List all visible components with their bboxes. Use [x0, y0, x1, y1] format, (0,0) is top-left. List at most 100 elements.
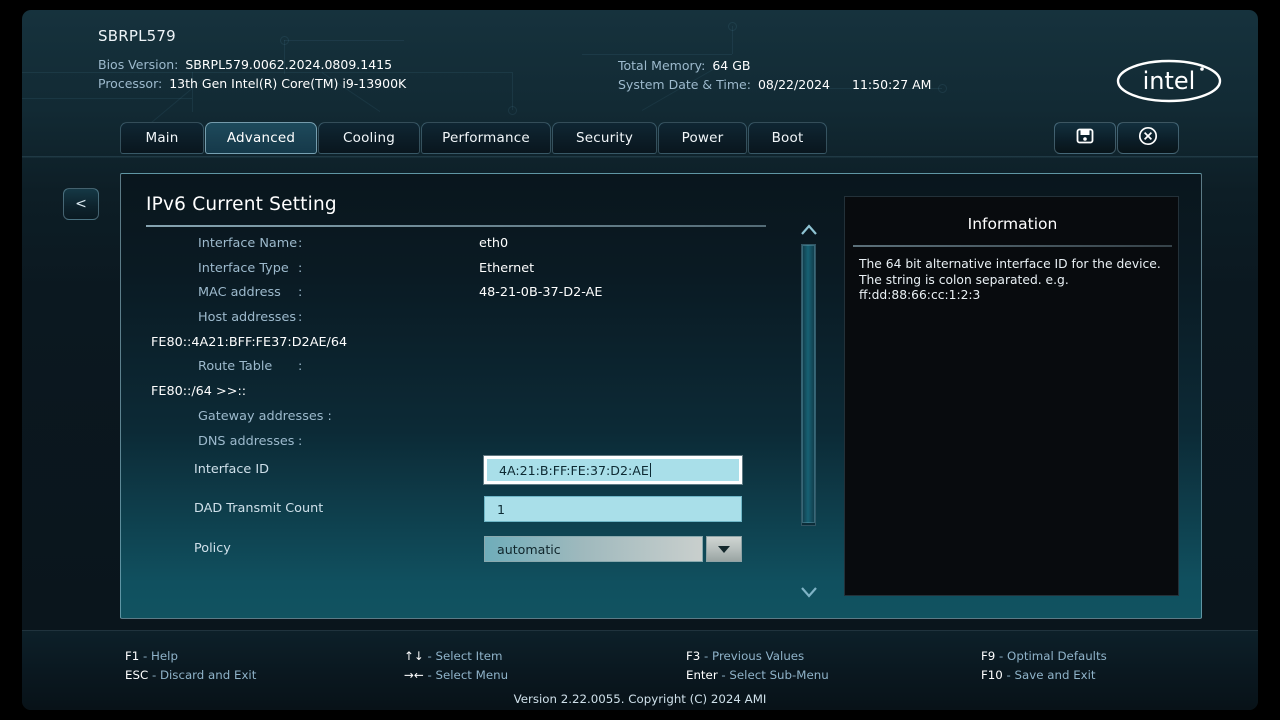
information-divider [853, 245, 1172, 247]
tab-advanced[interactable]: Advanced [205, 122, 317, 154]
bios-version-value: SBRPL579.0062.2024.0809.1415 [185, 57, 393, 72]
route-table-row: Route Table : [121, 359, 841, 383]
policy-selected-value: automatic [497, 541, 561, 557]
bios-setup-screen: SBRPL579 Bios Version: SBRPL579.0062.2024… [0, 0, 1280, 720]
system-date-value: 08/22/2024 [757, 77, 831, 92]
interface-id-value: 4A:21:B:FF:FE:37:D2:AE [499, 462, 649, 478]
footer-key-leftright: →← - Select Menu [404, 668, 508, 682]
footer-key-name: F3 [686, 649, 701, 663]
bios-version-footer: Version 2.22.0055. Copyright (C) 2024 AM… [513, 692, 767, 706]
row-label: MAC address [198, 285, 281, 300]
tab-label: Performance [442, 130, 530, 146]
content-scrollbar[interactable] [794, 222, 824, 600]
table-row: Interface Type : Ethernet [121, 261, 841, 285]
information-line-2: The string is colon separated. e.g. [859, 272, 1069, 287]
tab-performance[interactable]: Performance [421, 122, 551, 154]
footer-key-esc: ESC - Discard and Exit [125, 668, 256, 682]
tab-label: Security [575, 130, 634, 146]
footer-key-name: ↑↓ [404, 649, 424, 663]
row-label: Gateway addresses : [198, 409, 332, 424]
row-colon: : [298, 261, 303, 276]
title-divider [146, 225, 766, 227]
tab-label: Boot [771, 130, 804, 146]
dad-transmit-count-row: DAD Transmit Count 1 [121, 495, 841, 527]
policy-selected-value-box[interactable]: automatic [484, 536, 703, 562]
dad-transmit-count-value: 1 [497, 501, 506, 517]
footer-key-f1: F1 - Help [125, 649, 178, 663]
footer-key-f10: F10 - Save and Exit [981, 668, 1096, 682]
tab-cooling[interactable]: Cooling [318, 122, 420, 154]
row-colon: : [298, 310, 303, 325]
row-value: eth0 [479, 236, 509, 251]
footer-key-f3: F3 - Previous Values [686, 649, 804, 663]
host-address-value: FE80::4A21:BFF:FE37:D2AE/64 [151, 335, 348, 350]
footer-key-name: →← [404, 668, 424, 682]
information-line-1: The 64 bit alternative interface ID for … [859, 257, 1161, 271]
route-table-value-row: FE80::/64 >>:: [121, 384, 841, 408]
footer-key-name: F1 [125, 649, 140, 663]
tab-label: Cooling [343, 130, 395, 146]
information-body: The 64 bit alternative interface ID for … [859, 257, 1171, 304]
footer-key-updown: ↑↓ - Select Item [404, 649, 503, 663]
board-name: SBRPL579 [98, 27, 176, 45]
footer-key-name: ESC [125, 668, 149, 682]
row-colon: : [298, 434, 303, 449]
host-address-row: FE80::4A21:BFF:FE37:D2AE/64 [121, 335, 841, 359]
system-datetime-label: System Date & Time: [618, 77, 751, 92]
policy-select[interactable]: automatic [484, 536, 742, 562]
row-value: 48-21-0B-37-D2-AE [479, 285, 603, 300]
bios-version-label: Bios Version: [98, 57, 179, 72]
information-line-3: ff:dd:88:66:cc:1:2:3 [859, 288, 981, 302]
gateway-addresses-row: Gateway addresses : [121, 409, 841, 433]
row-colon: : [298, 359, 303, 374]
route-table-value: FE80::/64 >>:: [151, 384, 247, 399]
system-time-value: 11:50:27 AM [852, 77, 932, 92]
close-button[interactable] [1117, 122, 1179, 154]
footer-key-desc: - Select Sub-Menu [721, 668, 829, 682]
scrollbar-track[interactable] [801, 244, 816, 526]
scroll-down-arrow-icon[interactable] [798, 584, 820, 600]
footer-key-name: F9 [981, 649, 996, 663]
bios-frame: SBRPL579 Bios Version: SBRPL579.0062.2024… [22, 10, 1258, 710]
row-label: Interface Type [198, 261, 289, 276]
footer-key-desc: - Optimal Defaults [999, 649, 1107, 663]
chevron-left-icon: < [75, 196, 87, 212]
scroll-up-arrow-icon[interactable] [798, 222, 820, 238]
footer-key-desc: - Help [143, 649, 178, 663]
table-row: MAC address : 48-21-0B-37-D2-AE [121, 285, 841, 309]
page-title: IPv6 Current Setting [146, 194, 337, 215]
tab-main[interactable]: Main [120, 122, 204, 154]
svg-text:intel: intel [1143, 67, 1196, 95]
tab-boot[interactable]: Boot [748, 122, 827, 154]
row-label: Interface Name [198, 236, 298, 251]
tab-label: Main [145, 130, 179, 146]
close-circle-icon [1137, 125, 1159, 151]
interface-id-label: Interface ID [194, 462, 269, 477]
processor-label: Processor: [98, 76, 163, 91]
save-disk-icon [1075, 126, 1095, 150]
dad-transmit-count-input[interactable]: 1 [484, 496, 742, 522]
save-button[interactable] [1054, 122, 1116, 154]
scrollbar-thumb[interactable] [802, 245, 815, 523]
bios-version-line: Bios Version: SBRPL579.0062.2024.0809.141… [98, 57, 392, 72]
tab-power[interactable]: Power [658, 122, 747, 154]
policy-dropdown-button[interactable] [706, 536, 742, 562]
information-title: Information [967, 215, 1058, 233]
footer-key-name: F10 [981, 668, 1003, 682]
interface-id-row: Interface ID 4A:21:B:FF:FE:37:D2:AE [121, 456, 841, 490]
interface-id-input[interactable]: 4A:21:B:FF:FE:37:D2:AE [484, 456, 742, 484]
tab-security[interactable]: Security [552, 122, 657, 154]
back-button[interactable]: < [63, 188, 99, 220]
text-caret [649, 463, 651, 477]
tab-label: Advanced [226, 130, 296, 146]
intel-logo: intel [1114, 56, 1224, 106]
policy-label: Policy [194, 541, 231, 556]
dad-transmit-count-label: DAD Transmit Count [194, 501, 324, 516]
table-row: Host addresses : [121, 310, 841, 334]
total-memory-line: Total Memory: 64 GB [618, 58, 750, 73]
system-datetime-line: System Date & Time: 08/22/2024 11:50:27 AM [618, 77, 931, 92]
information-panel: Information The 64 bit alternative inter… [844, 196, 1179, 596]
footer-key-enter: Enter - Select Sub-Menu [686, 668, 829, 682]
footer-key-f9: F9 - Optimal Defaults [981, 649, 1107, 663]
row-label: Route Table [198, 359, 273, 374]
